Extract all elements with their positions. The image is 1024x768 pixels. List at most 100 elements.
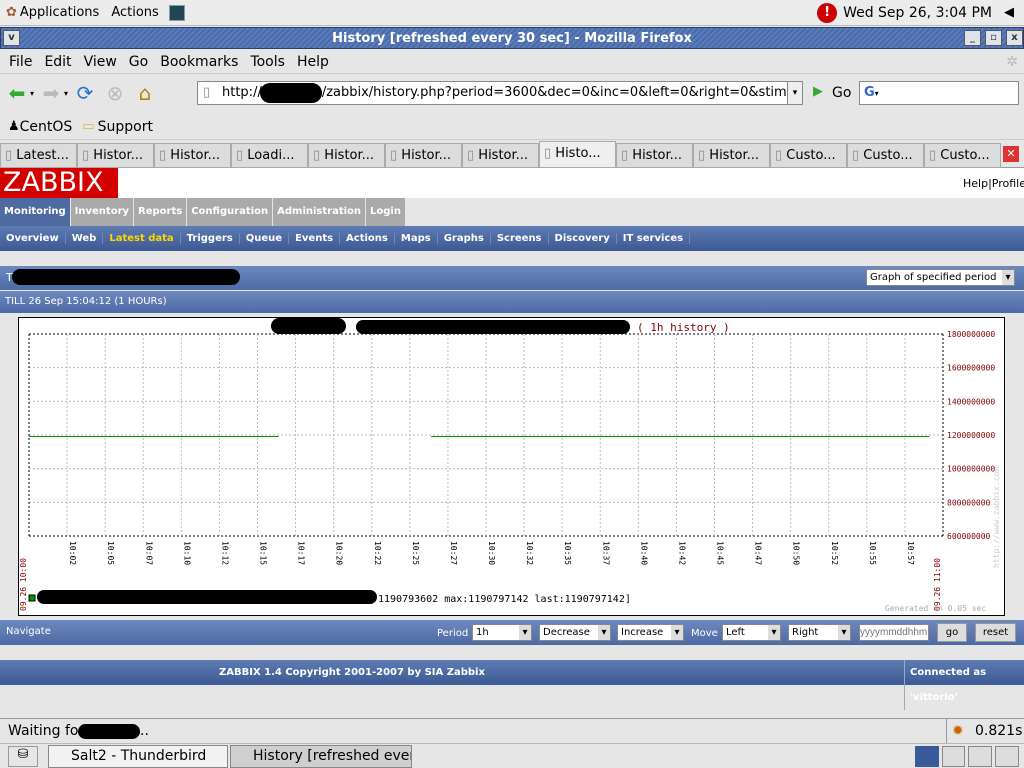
reload-icon[interactable]: ⟳ <box>72 80 98 106</box>
page-icon: ▯ <box>467 148 479 163</box>
search-input[interactable]: G▾ <box>859 81 1019 105</box>
window-menu-button[interactable]: v <box>3 30 20 46</box>
profile-link[interactable]: Profile <box>992 177 1024 190</box>
show-desktop-icon[interactable]: ⛁ <box>8 746 38 767</box>
main-menu-item[interactable]: Administration <box>273 198 366 226</box>
decrease-select[interactable]: Decrease <box>539 624 611 641</box>
task-thunderbird[interactable]: Salt2 - Thunderbird <box>48 745 228 768</box>
update-alert-icon[interactable]: ! <box>817 2 838 23</box>
till-bar: TILL 26 Sep 15:04:12 (1 HOURs) <box>0 291 1024 313</box>
go-icon[interactable]: ▶ <box>813 84 823 99</box>
sub-menu-item[interactable]: Maps <box>395 233 438 244</box>
bookmark-support[interactable]: Support <box>98 119 153 135</box>
menu-edit[interactable]: Edit <box>44 54 71 70</box>
sub-menu-item[interactable]: Discovery <box>549 233 617 244</box>
workspace-switcher[interactable] <box>915 746 1019 767</box>
tab[interactable]: ▯ Histo... <box>539 141 616 168</box>
tab[interactable]: ▯ Custo... <box>924 143 1001 168</box>
graph-type-select[interactable]: Graph of specified period <box>866 269 1015 286</box>
tab[interactable]: ▯ Histor... <box>77 143 154 168</box>
stime-input[interactable] <box>859 624 929 641</box>
sub-menu-item[interactable]: Web <box>66 233 104 244</box>
main-menu-item[interactable]: Monitoring <box>0 198 70 226</box>
stop-icon[interactable]: ⊗ <box>102 80 128 106</box>
firebug-icon[interactable]: ✹ <box>952 719 964 743</box>
tab[interactable]: ▯ Custo... <box>847 143 924 168</box>
page-icon: ▯ <box>698 148 710 163</box>
menu-tools[interactable]: Tools <box>250 54 285 70</box>
menu-view[interactable]: View <box>84 54 117 70</box>
actions-menu[interactable]: Actions <box>111 5 159 20</box>
period-select[interactable]: 1h <box>472 624 532 641</box>
clock[interactable]: Wed Sep 26, 3:04 PM <box>843 5 992 21</box>
task-firefox[interactable]: History [refreshed every 30 sec] - Mozil… <box>230 745 412 768</box>
sub-menu-item[interactable]: Latest data <box>103 233 181 244</box>
navigate-bar: Navigate Period 1h Decrease Increase Mov… <box>0 620 1024 645</box>
move-left-select[interactable]: Left <box>722 624 781 641</box>
reset-button[interactable]: reset <box>975 623 1016 642</box>
x-tick-label: 10:02 <box>68 541 77 565</box>
sub-menu-item[interactable]: IT services <box>617 233 691 244</box>
period-label: Period <box>437 628 469 639</box>
back-icon[interactable]: ⬅ <box>4 80 30 106</box>
forward-dropdown-icon[interactable]: ▾ <box>64 89 68 98</box>
x-tick-label: 10:47 <box>754 541 763 565</box>
page-icon: ▯ <box>390 148 402 163</box>
sub-menu-item[interactable]: Overview <box>0 233 66 244</box>
tab[interactable]: ▯ Histor... <box>308 143 385 168</box>
main-menu-item[interactable]: Configuration <box>187 198 273 226</box>
sub-menu-item[interactable]: Graphs <box>438 233 491 244</box>
page-icon: ▯ <box>313 148 325 163</box>
move-right-select[interactable]: Right <box>788 624 851 641</box>
sub-menu-item[interactable]: Queue <box>240 233 290 244</box>
sub-menu-item[interactable]: Triggers <box>181 233 240 244</box>
tab[interactable]: ▯ Histor... <box>385 143 462 168</box>
home-icon[interactable]: ⌂ <box>132 80 158 106</box>
close-tab-icon[interactable]: ✕ <box>1003 146 1019 162</box>
menu-bookmarks[interactable]: Bookmarks <box>160 54 238 70</box>
chart-svg: 1800000000 1600000000 1400000000 1200000000… <box>19 321 1001 613</box>
increase-select[interactable]: Increase <box>617 624 684 641</box>
status-bar: Waiting for .. 0.821s ✹ <box>0 718 1024 743</box>
url-dropdown-button[interactable]: ▾ <box>787 81 803 105</box>
centos-icon: ♟ <box>8 119 20 134</box>
y-tick-label: 1600000000 <box>947 364 995 373</box>
tab[interactable]: ▯ Custo... <box>770 143 847 168</box>
page-icon: ▯ <box>159 148 171 163</box>
menu-go[interactable]: Go <box>129 54 148 70</box>
minimize-button[interactable]: _ <box>964 30 981 46</box>
go-button[interactable]: Go <box>832 85 851 101</box>
main-menu-item[interactable]: Inventory <box>70 198 134 226</box>
back-dropdown-icon[interactable]: ▾ <box>30 89 34 98</box>
bookmark-centos[interactable]: CentOS <box>20 119 73 135</box>
close-window-button[interactable]: x <box>1006 30 1023 46</box>
sub-menu-item[interactable]: Events <box>289 233 341 244</box>
tab[interactable]: ▯ Histor... <box>616 143 693 168</box>
forward-icon[interactable]: ➡ <box>38 80 64 106</box>
sub-menu-item[interactable]: Actions <box>340 233 395 244</box>
applications-icon: ✿ <box>6 5 17 20</box>
terminal-icon[interactable] <box>168 4 185 21</box>
tab[interactable]: ▯ Histor... <box>462 143 539 168</box>
tab[interactable]: ▯ Histor... <box>693 143 770 168</box>
volume-icon[interactable]: ◀ <box>1004 5 1014 20</box>
help-link[interactable]: Help <box>963 177 988 190</box>
x-tick-label: 10:37 <box>601 541 610 565</box>
tab[interactable]: ▯ Loadi... <box>231 143 308 168</box>
menu-help[interactable]: Help <box>297 54 329 70</box>
watermark: http://www.zabbix.com <box>992 467 1001 568</box>
url-input[interactable]: ▯ http:// /zabbix/history.php?period=3600… <box>197 81 788 105</box>
main-menu-item[interactable]: Reports <box>134 198 187 226</box>
zabbix-logo[interactable]: ZABBIX <box>0 168 118 198</box>
page-icon: ▯ <box>5 148 17 163</box>
tab[interactable]: ▯ Latest... <box>0 143 77 168</box>
status-text: Waiting for <box>8 723 85 739</box>
tab[interactable]: ▯ Histor... <box>154 143 231 168</box>
navigate-label: Navigate <box>6 626 51 637</box>
menu-file[interactable]: File <box>9 54 32 70</box>
sub-menu-item[interactable]: Screens <box>491 233 549 244</box>
main-menu-item[interactable]: Login <box>366 198 405 226</box>
applications-menu[interactable]: Applications <box>20 5 99 20</box>
go-button[interactable]: go <box>937 623 967 642</box>
maximize-button[interactable]: ▫ <box>985 30 1002 46</box>
